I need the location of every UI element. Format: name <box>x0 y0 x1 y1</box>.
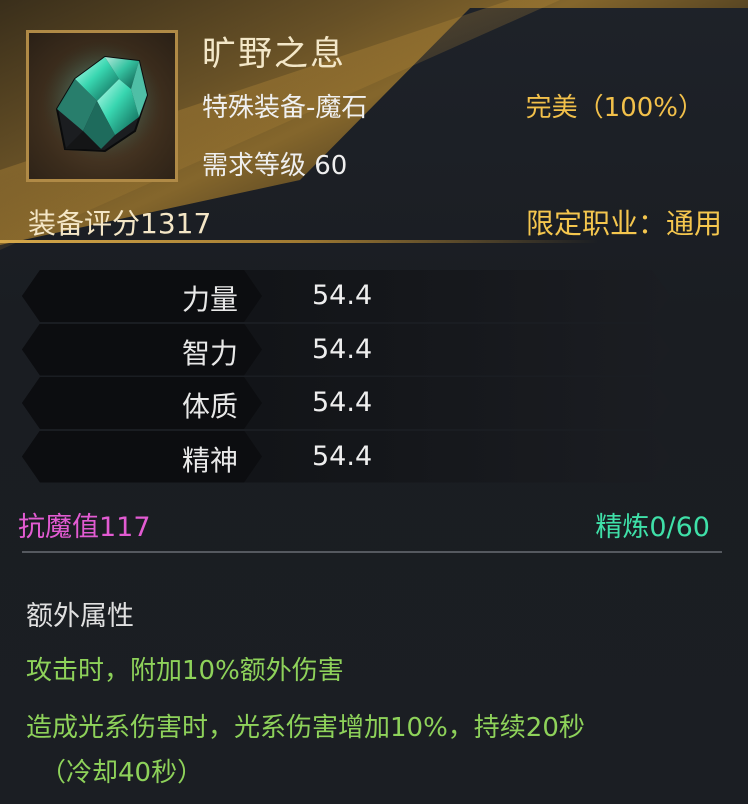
extra-attribute-line: （冷却40秒） <box>40 758 204 788</box>
quality-label: 完美（100%） <box>525 93 704 123</box>
stat-name: 智力 <box>181 336 238 370</box>
refine-progress: 精炼0/60 <box>595 512 710 543</box>
stat-value: 54.4 <box>312 440 373 472</box>
stat-name: 精神 <box>181 443 238 477</box>
extra-attributes-title: 额外属性 <box>26 601 134 632</box>
stat-value: 54.4 <box>312 280 373 311</box>
section-divider <box>22 551 722 553</box>
stat-name: 力量 <box>181 283 238 316</box>
item-icon-frame[interactable] <box>26 30 178 182</box>
stat-row: 力量 54.4 <box>22 270 670 322</box>
stat-row: 体质 54.4 <box>22 377 670 429</box>
extra-attribute-line: 造成光系伤害时，光系伤害增加10%，持续20秒 <box>26 713 585 743</box>
stat-row: 精神 54.4 <box>22 430 670 483</box>
stat-value: 54.4 <box>312 333 373 365</box>
stats-list: 力量 54.4 智力 54.4 体质 54.4 精神 54.4 <box>22 270 670 484</box>
level-requirement: 需求等级 60 <box>202 151 348 181</box>
item-subtype: 特殊装备-魔石 <box>202 93 368 123</box>
class-restriction: 限定职业：通用 <box>525 207 722 240</box>
stat-name: 体质 <box>181 390 238 423</box>
stat-value: 54.4 <box>312 387 373 418</box>
item-tooltip: 旷野之息 特殊装备-魔石 需求等级 60 完美（100%） 装备评分1317 限… <box>0 0 748 804</box>
magic-resist-value: 抗魔值117 <box>18 512 151 543</box>
stat-row: 智力 54.4 <box>22 323 670 376</box>
item-name: 旷野之息 <box>202 34 346 74</box>
green-crystal-magic-stone-icon <box>42 41 162 161</box>
equipment-score: 装备评分1317 <box>28 207 212 240</box>
extra-attribute-line: 攻击时，附加10%额外伤害 <box>26 656 344 686</box>
